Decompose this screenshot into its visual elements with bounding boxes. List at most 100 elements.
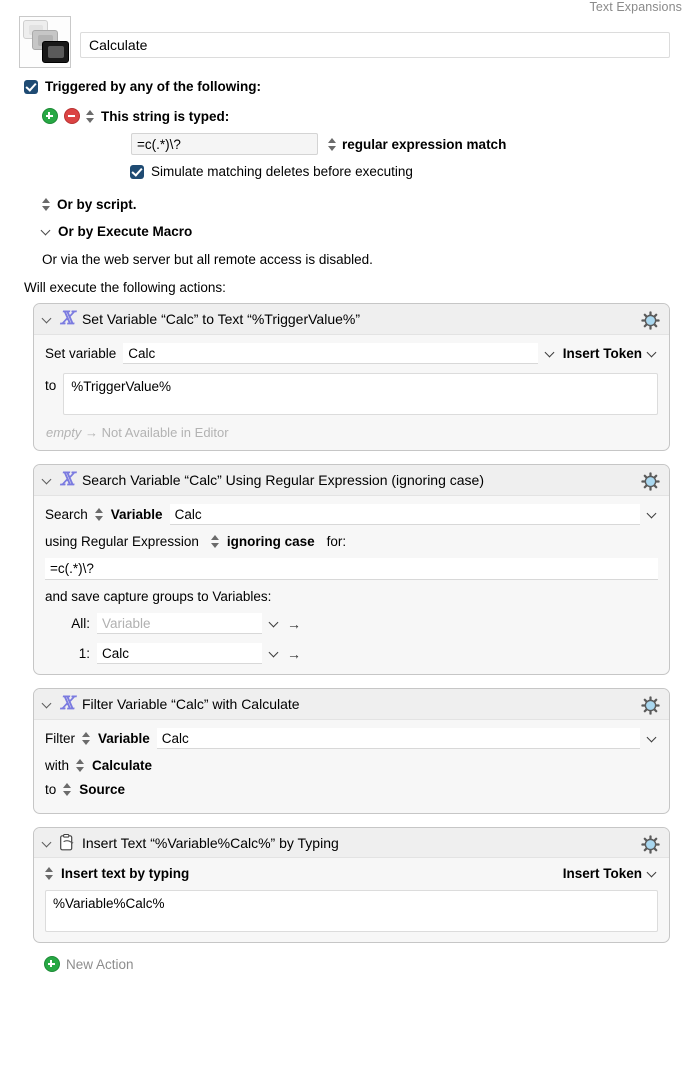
- insert-token-button[interactable]: Insert Token: [563, 866, 658, 881]
- trigger-type-stepper-icon[interactable]: [86, 109, 95, 124]
- chevron-down-icon[interactable]: [545, 349, 556, 359]
- source-type-stepper-icon[interactable]: [94, 507, 104, 522]
- chevron-down-icon[interactable]: [647, 510, 658, 520]
- action-header[interactable]: 𝕏 Set Variable “Calc” to Text “%TriggerV…: [34, 304, 669, 335]
- insert-mode-row: Insert text by typing Insert Token: [45, 866, 658, 881]
- insert-token-label: Insert Token: [562, 866, 642, 881]
- capture-1-input[interactable]: Calc: [97, 643, 262, 664]
- action-body: Set variable Calc Insert Token to %Trigg…: [34, 335, 669, 450]
- action-search-variable[interactable]: 𝕏 Search Variable “Calc” Using Regular E…: [33, 464, 670, 675]
- filter-type-label[interactable]: Calculate: [92, 758, 152, 773]
- regex-input-row: =c(.*)\?: [45, 558, 658, 580]
- triggered-by-label: Triggered by any of the following:: [45, 79, 262, 94]
- with-label: with: [45, 758, 70, 773]
- or-by-execute-macro-label: Or by Execute Macro: [58, 224, 193, 239]
- macro-name-input[interactable]: Calculate: [80, 32, 670, 58]
- disclosure-triangle-icon[interactable]: [43, 838, 53, 848]
- gear-icon[interactable]: [641, 472, 660, 491]
- or-by-execute-macro-row[interactable]: Or by Execute Macro: [42, 224, 192, 239]
- remove-trigger-button[interactable]: [64, 108, 80, 124]
- match-mode-label: regular expression match: [342, 136, 507, 152]
- simulate-deletes-checkbox[interactable]: [130, 164, 144, 179]
- trigger-string-input[interactable]: =c(.*)\?: [131, 133, 318, 155]
- action-insert-text[interactable]: Insert Text “%Variable%Calc%” by Typing: [33, 827, 670, 943]
- capture-groups-label-row: and save capture groups to Variables:: [45, 589, 658, 604]
- action-filter-variable[interactable]: 𝕏 Filter Variable “Calc” with Calculate: [33, 688, 670, 814]
- trigger-string-value: =c(.*)\?: [137, 136, 181, 152]
- action-title: Filter Variable “Calc” with Calculate: [81, 696, 300, 712]
- action-title: Set Variable “Calc” to Text “%TriggerVal…: [81, 311, 360, 327]
- disclosure-triangle-icon[interactable]: [43, 475, 53, 485]
- insert-text-row: %Variable%Calc%: [45, 890, 658, 932]
- action-set-variable[interactable]: 𝕏 Set Variable “Calc” to Text “%TriggerV…: [33, 303, 670, 451]
- trigger-type-label[interactable]: This string is typed:: [101, 109, 229, 124]
- filter-variable-input[interactable]: Calc: [156, 728, 640, 749]
- chevron-down-icon: [42, 227, 51, 236]
- destination-label[interactable]: Source: [79, 782, 125, 797]
- filter-label: Filter: [45, 731, 75, 746]
- source-type-label[interactable]: Variable: [111, 507, 163, 522]
- case-option-stepper-icon[interactable]: [210, 534, 220, 549]
- footer-arrow-icon: →: [85, 425, 99, 440]
- triggered-by-row: Triggered by any of the following:: [24, 79, 261, 94]
- action-header[interactable]: Insert Text “%Variable%Calc%” by Typing: [34, 828, 669, 858]
- match-mode-stepper-icon: [328, 137, 337, 152]
- to-value-row: to %TriggerValue%: [45, 373, 658, 415]
- to-label: to: [45, 378, 57, 393]
- new-action-button[interactable]: New Action: [44, 956, 670, 972]
- footer-status-label: Not Available in Editor: [101, 425, 229, 440]
- or-by-script-stepper-icon: [42, 197, 51, 212]
- filter-source-row: Filter Variable Calc: [45, 728, 658, 749]
- action-body: Search Variable Calc using Regular Expre…: [34, 496, 669, 674]
- chevron-down-icon[interactable]: [647, 734, 658, 744]
- filter-type-stepper-icon[interactable]: [76, 758, 85, 773]
- chevron-down-icon: [647, 869, 658, 879]
- new-action-label: New Action: [66, 956, 134, 972]
- insert-mode-stepper-icon[interactable]: [45, 866, 54, 881]
- filter-source-stepper-icon[interactable]: [82, 731, 91, 746]
- trigger-string-row: =c(.*)\? regular expression match: [131, 133, 506, 155]
- macro-group-label: Text Expansions: [589, 0, 682, 14]
- set-variable-row: Set variable Calc Insert Token: [45, 343, 658, 364]
- capture-row-all: All: Variable →: [45, 613, 658, 634]
- chevron-down-icon: [647, 349, 658, 359]
- insert-mode-label[interactable]: Insert text by typing: [61, 866, 189, 881]
- regex-input[interactable]: =c(.*)\?: [45, 558, 658, 580]
- search-variable-input[interactable]: Calc: [169, 504, 640, 525]
- to-value: %TriggerValue%: [71, 379, 172, 394]
- capture-all-input[interactable]: Variable: [97, 613, 262, 634]
- gear-icon[interactable]: [641, 311, 660, 330]
- search-label: Search: [45, 507, 88, 522]
- insert-token-label: Insert Token: [562, 346, 642, 361]
- add-trigger-button[interactable]: [42, 108, 58, 124]
- insert-text-textarea[interactable]: %Variable%Calc%: [45, 890, 658, 932]
- chevron-down-icon[interactable]: [269, 619, 280, 629]
- or-by-script-row[interactable]: Or by script.: [42, 197, 137, 212]
- capture-1-goto-icon[interactable]: →: [287, 647, 301, 661]
- stacked-keycaps-icon[interactable]: [19, 16, 71, 68]
- destination-stepper-icon[interactable]: [63, 782, 72, 797]
- disclosure-triangle-icon[interactable]: [43, 314, 53, 324]
- or-by-script-label: Or by script.: [57, 197, 137, 212]
- insert-token-button[interactable]: Insert Token: [563, 346, 658, 361]
- chevron-down-icon[interactable]: [269, 649, 280, 659]
- set-variable-label: Set variable: [45, 346, 117, 361]
- capture-all-placeholder: Variable: [102, 615, 151, 631]
- gear-icon[interactable]: [641, 696, 660, 715]
- action-header[interactable]: 𝕏 Filter Variable “Calc” with Calculate: [34, 689, 669, 720]
- disclosure-triangle-icon[interactable]: [43, 699, 53, 709]
- triggered-by-checkbox[interactable]: [24, 79, 38, 94]
- to-value-textarea[interactable]: %TriggerValue%: [63, 373, 658, 415]
- capture-all-goto-icon[interactable]: →: [287, 617, 301, 631]
- gear-icon[interactable]: [641, 835, 660, 854]
- filter-source-label[interactable]: Variable: [98, 731, 150, 746]
- insert-text-value: %Variable%Calc%: [53, 896, 165, 911]
- action-footer-status: empty → Not Available in Editor: [45, 424, 658, 440]
- variable-name-input[interactable]: Calc: [123, 343, 538, 364]
- action-body: Insert text by typing Insert Token %Vari…: [34, 858, 669, 942]
- action-header[interactable]: 𝕏 Search Variable “Calc” Using Regular E…: [34, 465, 669, 496]
- keycap-front: [42, 41, 69, 63]
- case-option-label[interactable]: ignoring case: [227, 534, 315, 549]
- match-mode-popup[interactable]: regular expression match: [328, 137, 506, 152]
- for-label: for:: [326, 534, 347, 549]
